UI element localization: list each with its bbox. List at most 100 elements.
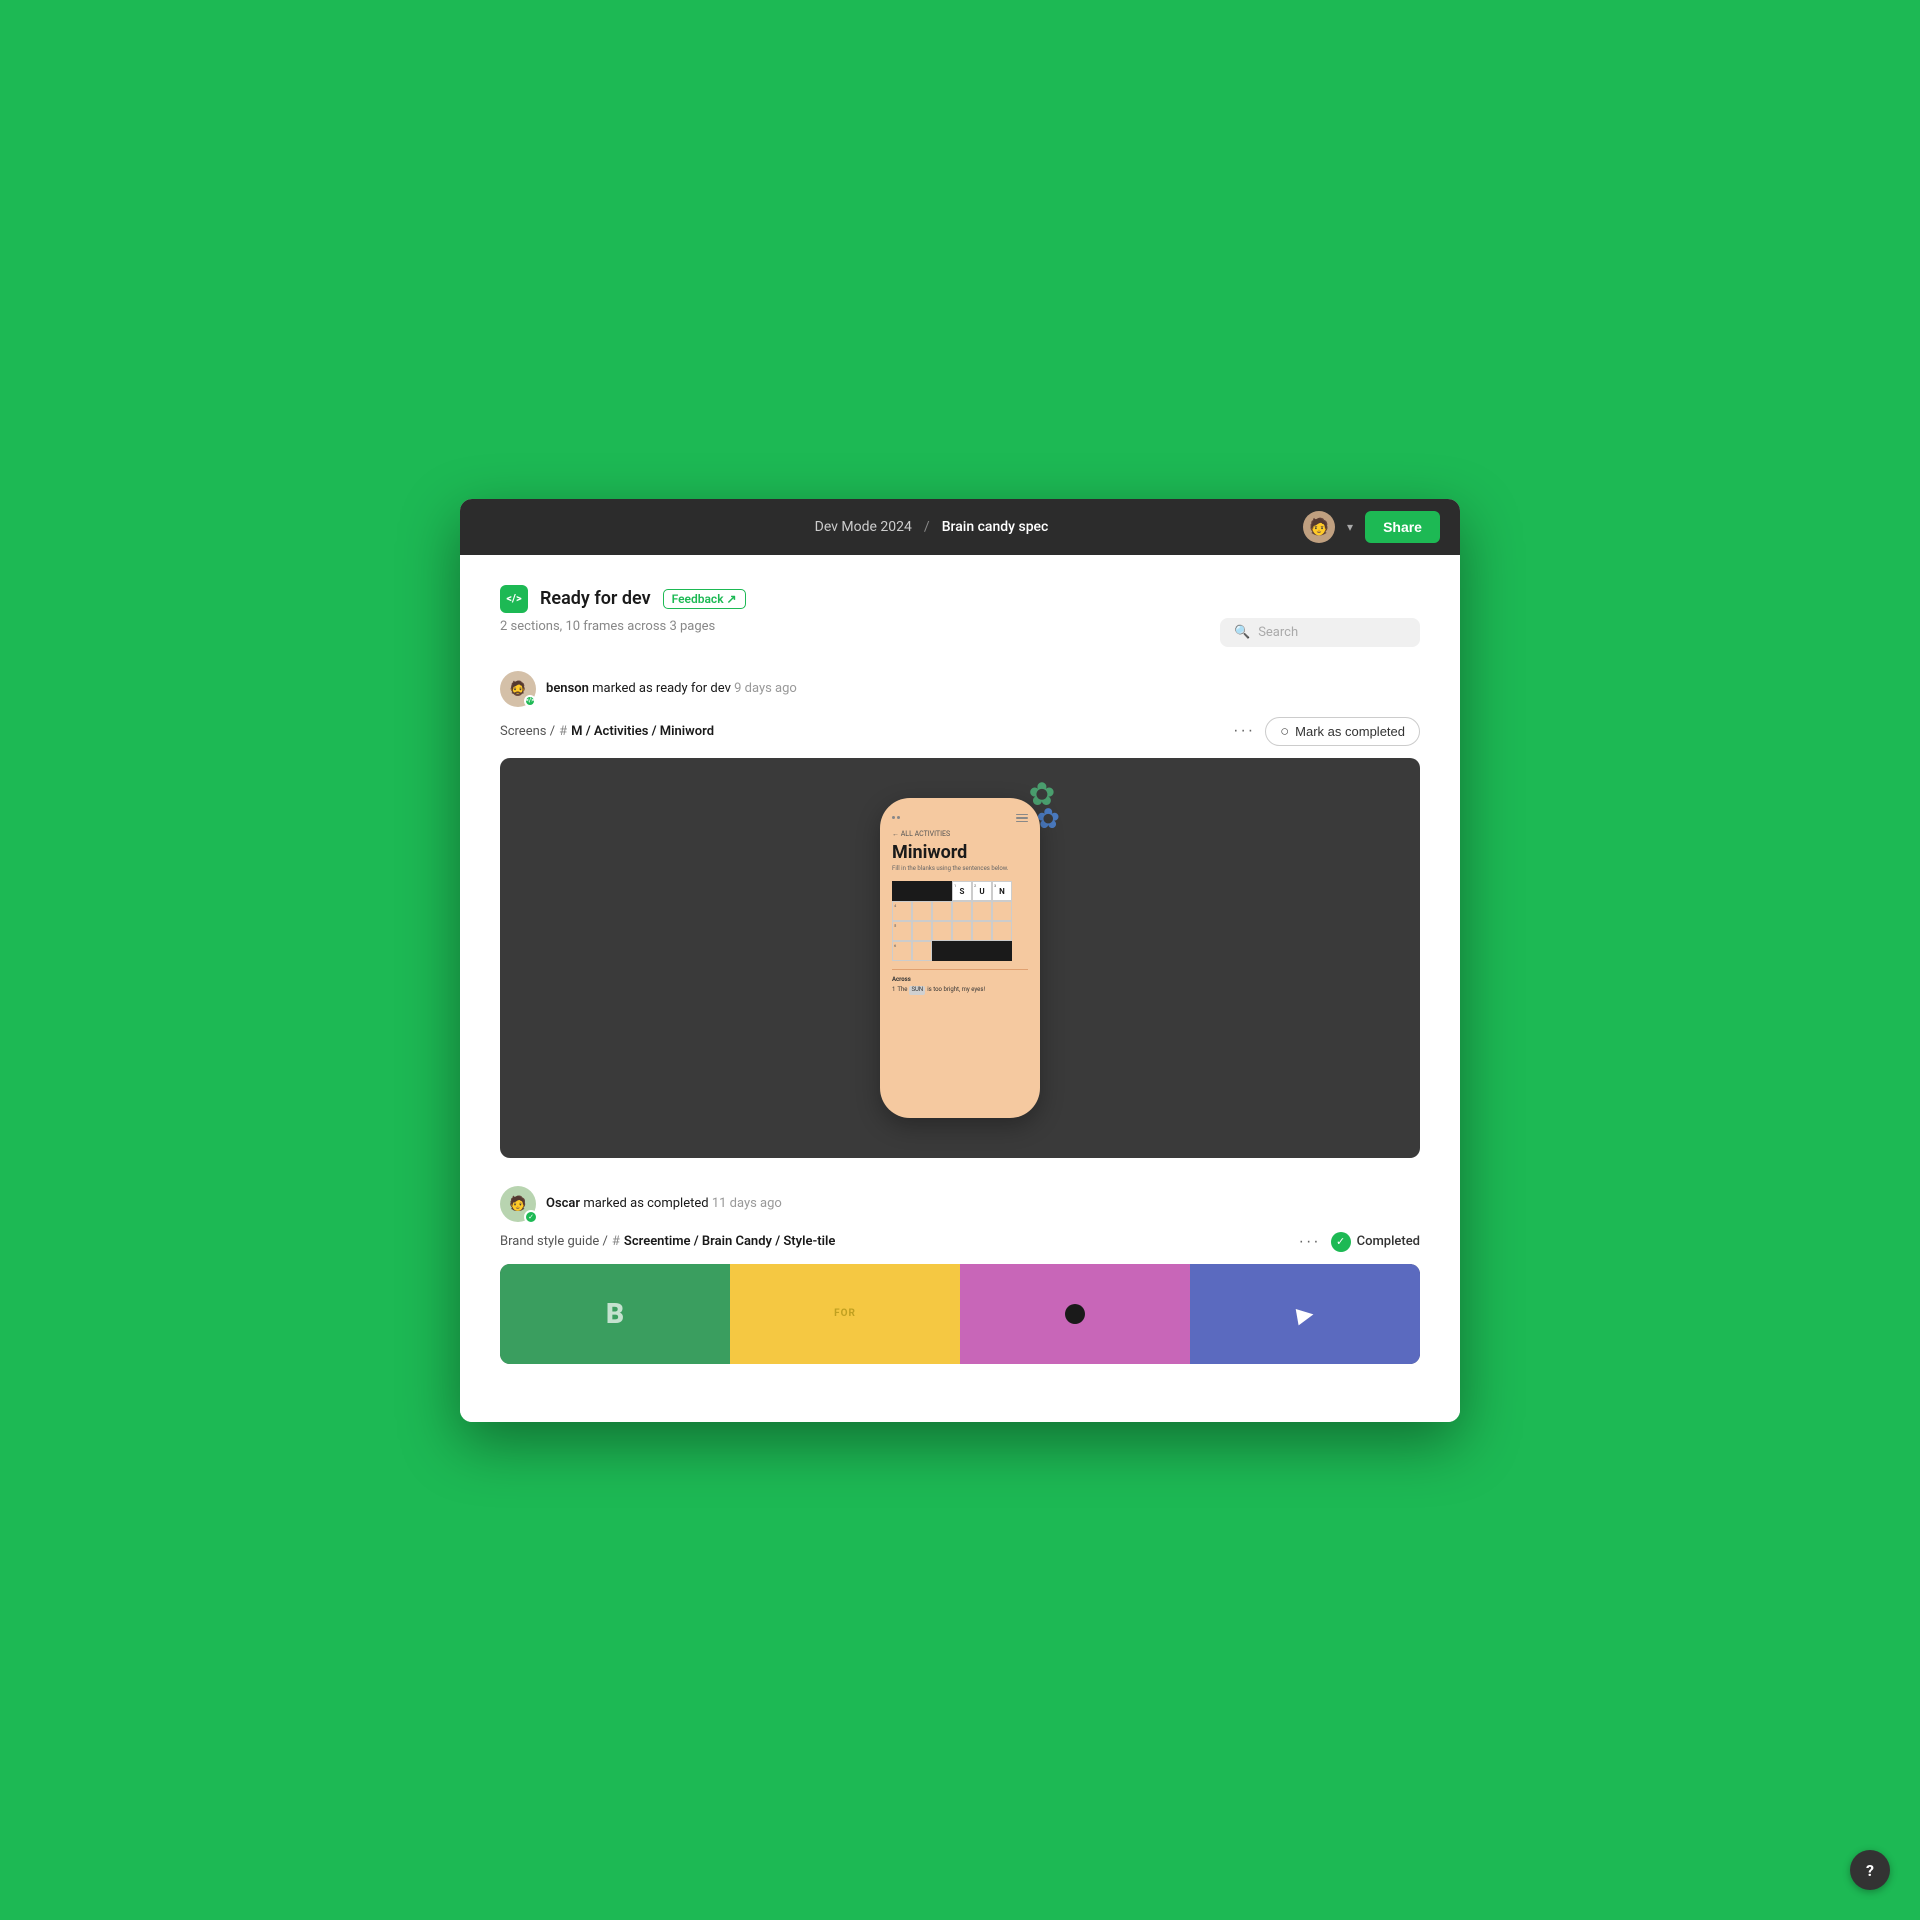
- activity-header-1: 🧔 </> benson marked as ready for dev 9 d…: [500, 671, 1420, 707]
- more-options-button-2[interactable]: ···: [1299, 1233, 1321, 1251]
- cw-cell-r3c3: [932, 921, 952, 941]
- clue-pre: The: [897, 986, 907, 994]
- across-clue: 1 The SUN is too bright, my eyes!: [892, 986, 1028, 994]
- cw-cell-r4c1: 6: [892, 941, 912, 961]
- cw-cell-r1c1: [892, 881, 912, 901]
- avatar: 🧑: [1303, 511, 1335, 543]
- frame-path-row-1: Screens / # M / Activities / Miniword ··…: [500, 717, 1420, 746]
- cw-cell-r2c3: [932, 901, 952, 921]
- frame-name-2: Screentime / Brain Candy / Style-tile: [624, 1234, 835, 1249]
- cw-row-2: 4: [892, 901, 1028, 921]
- feedback-label: Feedback ↗: [672, 592, 737, 606]
- phone-menu-icon: [1016, 814, 1028, 823]
- file-name: Brain candy spec: [942, 519, 1049, 535]
- cw-cell-r2c6: [992, 901, 1012, 921]
- project-name: Dev Mode 2024: [815, 519, 912, 535]
- clue-word-highlight: SUN: [909, 986, 925, 994]
- main-content: </> Ready for dev Feedback ↗ 2 sections,…: [460, 555, 1460, 1422]
- frame-actions-2: ··· ✓ Completed: [1299, 1232, 1420, 1252]
- phone-container: ✿ ✿: [880, 798, 1040, 1118]
- activity-header-2: 🧑 ✓ Oscar marked as completed 11 days ag…: [500, 1186, 1420, 1222]
- completed-check-icon: ✓: [1331, 1232, 1351, 1252]
- brand-tile-green: B: [500, 1264, 730, 1364]
- cw-cell-r1c4: 1S: [952, 881, 972, 901]
- cw-cell-r4c6: [992, 941, 1012, 961]
- completed-status-icon: ✓: [524, 1210, 538, 1224]
- titlebar-right: 🧑 ▾ Share: [1303, 511, 1440, 543]
- feedback-badge[interactable]: Feedback ↗: [663, 589, 746, 609]
- phone-subtitle: Fill in the blanks using the sentences b…: [892, 865, 1028, 873]
- across-label: Across: [892, 976, 1028, 983]
- cw-cell-r3c1: 5: [892, 921, 912, 941]
- activity-user-2: Oscar: [546, 1196, 580, 1211]
- cw-row-1: 1S 2U 3N: [892, 881, 1028, 901]
- activity-desc-1: benson marked as ready for dev 9 days ag…: [546, 681, 797, 696]
- cw-cell-r4c2: [912, 941, 932, 961]
- brand-tile-blue: ▶: [1190, 1264, 1420, 1364]
- brand-tile-icon: ▶: [1295, 1300, 1314, 1326]
- app-window: Dev Mode 2024 / Brain candy spec 🧑 ▾ Sha…: [460, 499, 1460, 1422]
- frame-path-row-2: Brand style guide / # Screentime / Brain…: [500, 1232, 1420, 1252]
- phone-dot-2: [897, 816, 900, 819]
- activity-desc-2: Oscar marked as completed 11 days ago: [546, 1196, 782, 1211]
- cw-cell-r1c6: 3N: [992, 881, 1012, 901]
- phone-title: Miniword: [892, 842, 1028, 863]
- cw-cell-r3c2: [912, 921, 932, 941]
- cw-cell-r4c5: [972, 941, 992, 961]
- activity-time-2: 11 days ago: [712, 1196, 782, 1211]
- clue-post: is too bright, my eyes!: [927, 986, 985, 994]
- completed-label: Completed: [1357, 1234, 1420, 1249]
- menu-line-1: [1016, 814, 1028, 816]
- frame-path-1: Screens / # M / Activities / Miniword: [500, 724, 714, 739]
- search-bar[interactable]: 🔍 Search: [1220, 618, 1420, 647]
- cw-cell-r2c1: 4: [892, 901, 912, 921]
- hash-icon-2: #: [612, 1234, 620, 1249]
- activity-user-1: benson: [546, 681, 589, 696]
- back-link: ← ALL ACTIVITIES: [892, 830, 1028, 838]
- cw-row-4: 6: [892, 941, 1028, 961]
- clue-number: 1: [892, 986, 895, 994]
- search-placeholder: Search: [1258, 625, 1298, 640]
- help-button[interactable]: ?: [1850, 1850, 1890, 1890]
- brand-tile-letter-b: B: [606, 1297, 624, 1330]
- phone-mockup: ← ALL ACTIVITIES Miniword Fill in the bl…: [880, 798, 1040, 1118]
- check-circle-icon: ○: [1280, 723, 1289, 740]
- brand-tile-purple: [960, 1264, 1190, 1364]
- cw-cell-r2c4: [952, 901, 972, 921]
- frame-preview-1: ✿ ✿: [500, 758, 1420, 1158]
- brand-tile-yellow: FOR: [730, 1264, 960, 1364]
- phone-top-bar: [892, 814, 1028, 823]
- menu-line-2: [1016, 817, 1028, 819]
- phone-dots: [892, 816, 900, 819]
- phone-clue-area: Across 1 The SUN is too bright, my eyes!: [892, 969, 1028, 994]
- brand-tile-for-text: FOR: [834, 1308, 856, 1319]
- dev-status-dot: </>: [524, 695, 536, 707]
- chevron-down-icon[interactable]: ▾: [1347, 520, 1353, 534]
- titlebar-center: Dev Mode 2024 / Brain candy spec: [815, 519, 1049, 535]
- mark-completed-button[interactable]: ○ Mark as completed: [1265, 717, 1420, 746]
- hash-icon-1: #: [559, 724, 567, 739]
- share-button[interactable]: Share: [1365, 511, 1440, 543]
- activity-action-1: marked as ready for dev: [592, 681, 731, 696]
- cw-cell-r4c4: [952, 941, 972, 961]
- frame-path-2: Brand style guide / # Screentime / Brain…: [500, 1234, 835, 1249]
- activity-action-2: marked as completed: [583, 1196, 708, 1211]
- cw-row-3: 5: [892, 921, 1028, 941]
- cw-cell-r3c6: [992, 921, 1012, 941]
- frame-actions-1: ··· ○ Mark as completed: [1233, 717, 1420, 746]
- activity-time-1: 9 days ago: [734, 681, 797, 696]
- activity-block-1: 🧔 </> benson marked as ready for dev 9 d…: [500, 671, 1420, 1158]
- blue-flower-icon: ✿: [1037, 802, 1060, 835]
- activity-block-2: 🧑 ✓ Oscar marked as completed 11 days ag…: [500, 1186, 1420, 1364]
- ready-title: Ready for dev: [540, 588, 651, 609]
- completed-badge: ✓ Completed: [1331, 1232, 1420, 1252]
- cw-cell-r3c4: [952, 921, 972, 941]
- brand-preview: B FOR ▶: [500, 1264, 1420, 1364]
- more-options-button-1[interactable]: ···: [1233, 722, 1255, 740]
- search-icon: 🔍: [1234, 625, 1250, 640]
- cw-cell-r1c3: [932, 881, 952, 901]
- cw-cell-r4c3: [932, 941, 952, 961]
- cw-cell-r2c2: [912, 901, 932, 921]
- crossword-grid: 1S 2U 3N 4: [892, 881, 1028, 961]
- oscar-avatar: 🧑 ✓: [500, 1186, 536, 1222]
